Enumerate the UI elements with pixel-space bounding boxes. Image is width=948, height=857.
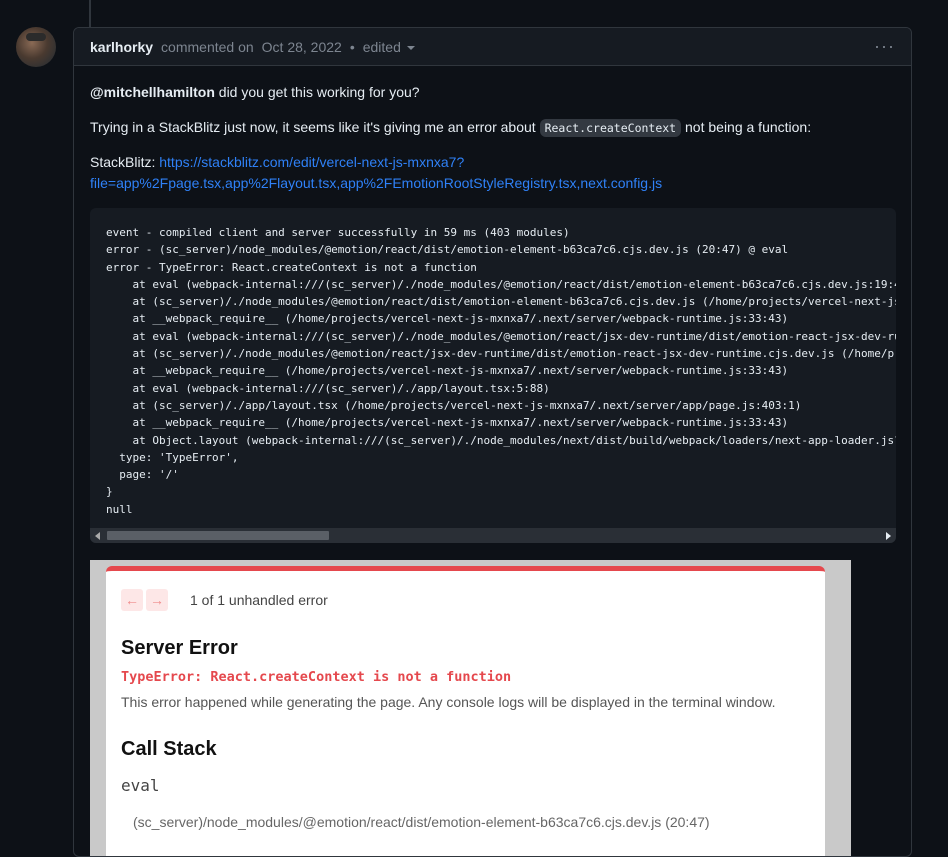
paragraph-2-text-b: not being a function:: [681, 119, 812, 135]
server-error-title: Server Error: [121, 637, 238, 660]
edited-label: edited: [362, 38, 401, 55]
scrollbar-thumb[interactable]: [107, 531, 329, 541]
comment-date[interactable]: Oct 28, 2022: [262, 39, 342, 55]
avatar[interactable]: [16, 27, 56, 67]
comment-body: @mitchellhamilton did you get this worki…: [74, 66, 911, 856]
caret-down-icon: [406, 45, 415, 50]
error-overlay-card: ← → 1 of 1 unhandled error Server Error …: [106, 566, 825, 856]
error-description: This error happened while generating the…: [121, 694, 776, 711]
stackblitz-link-line-1: https://stackblitz.com/edit/vercel-next-…: [159, 154, 465, 170]
type-error-message: TypeError: React.createContext is not a …: [121, 669, 512, 686]
next-error-icon: →: [146, 589, 168, 612]
prev-error-icon: ←: [121, 589, 143, 612]
inline-code: React.createContext: [539, 119, 682, 137]
error-count: 1 of 1 unhandled error: [190, 591, 328, 608]
paragraph-1-text: did you get this working for you?: [214, 84, 420, 100]
more-actions-icon[interactable]: ···: [874, 36, 895, 57]
stackblitz-link[interactable]: https://stackblitz.com/edit/vercel-next-…: [90, 154, 662, 191]
error-screenshot-image: ← → 1 of 1 unhandled error Server Error …: [90, 560, 851, 856]
timeline-line: [89, 0, 91, 28]
scroll-right-icon[interactable]: [886, 532, 891, 541]
user-mention[interactable]: @mitchellhamilton: [90, 84, 215, 100]
stackblitz-link-line-2: file=app%2Fpage.tsx,app%2Flayout.tsx,app…: [90, 175, 663, 191]
header-separator: •: [349, 38, 355, 55]
comment-box: karlhorky commented on Oct 28, 2022 • ed…: [73, 27, 912, 857]
comment-paragraph-3: StackBlitz: https://stackblitz.com/edit/…: [90, 152, 895, 194]
stackblitz-label: StackBlitz:: [90, 154, 160, 170]
call-stack-title: Call Stack: [121, 738, 217, 761]
code-text: event - compiled client and server succe…: [106, 226, 896, 516]
code-block: event - compiled client and server succe…: [90, 208, 896, 544]
scroll-left-icon[interactable]: [95, 532, 100, 541]
comment-paragraph-1: @mitchellhamilton did you get this worki…: [90, 82, 895, 103]
stack-frame-path: (sc_server)/node_modules/@emotion/react/…: [133, 814, 710, 831]
error-nav: ← → 1 of 1 unhandled error: [121, 589, 810, 612]
comment-author[interactable]: karlhorky: [90, 39, 153, 55]
comment-paragraph-2: Trying in a StackBlitz just now, it seem…: [90, 117, 895, 138]
horizontal-scrollbar[interactable]: [90, 528, 896, 544]
paragraph-2-text-a: Trying in a StackBlitz just now, it seem…: [90, 119, 540, 135]
comment-header: karlhorky commented on Oct 28, 2022 • ed…: [74, 28, 911, 66]
stack-frame-name: eval: [121, 776, 160, 796]
edited-dropdown[interactable]: edited: [363, 39, 415, 55]
comment-action: commented on: [161, 38, 254, 55]
